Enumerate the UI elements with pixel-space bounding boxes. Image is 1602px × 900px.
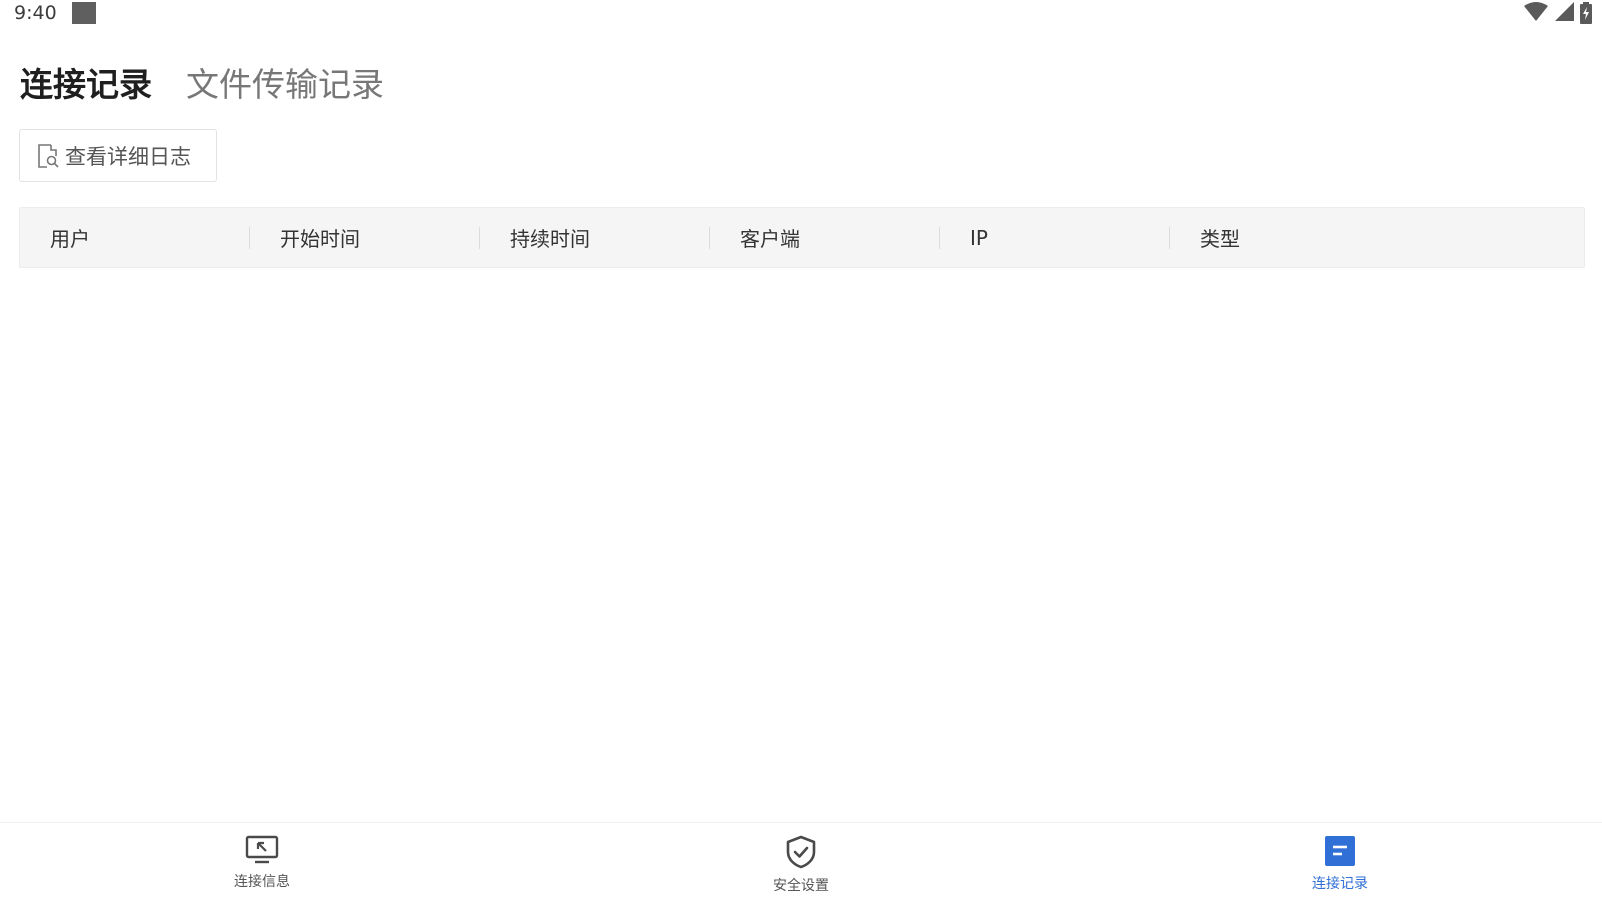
nav-security-settings[interactable]: 安全设置: [741, 835, 861, 895]
signal-icon: [1555, 2, 1574, 21]
nav-connection-records[interactable]: 连接记录: [1280, 835, 1400, 893]
record-doc-icon: [1325, 836, 1355, 866]
monitor-cursor-icon: [245, 835, 279, 864]
column-label: 持续时间: [510, 227, 590, 251]
column-label: 用户: [50, 227, 90, 251]
wifi-icon: [1524, 2, 1548, 21]
column-header-client: 客户端: [710, 208, 940, 267]
nav-label: 安全设置: [773, 878, 829, 894]
tab-connection-records[interactable]: 连接记录: [20, 58, 152, 106]
column-header-type: 类型: [1170, 208, 1584, 267]
view-detailed-log-label: 查看详细日志: [65, 144, 191, 169]
column-label: 类型: [1200, 227, 1240, 251]
screen: 9:40 连接记录 文件传输记录 查看详细日志 用户 开始时间 持续时间 客户端…: [0, 0, 1602, 900]
column-header-user: 用户: [20, 208, 250, 267]
shield-check-icon: [786, 835, 816, 869]
status-time: 9:40: [14, 2, 57, 24]
records-table-header: 用户 开始时间 持续时间 客户端 IP 类型: [19, 207, 1585, 268]
nav-label: 连接记录: [1312, 876, 1368, 892]
column-label: 开始时间: [280, 227, 360, 251]
notification-icon: [72, 2, 96, 24]
status-bar: 9:40: [0, 0, 1602, 28]
nav-label: 连接信息: [234, 874, 290, 890]
column-label: IP: [970, 225, 988, 250]
status-icons: [1524, 2, 1592, 24]
column-header-duration: 持续时间: [480, 208, 710, 267]
view-detailed-log-button[interactable]: 查看详细日志: [19, 129, 217, 182]
column-label: 客户端: [740, 227, 800, 251]
column-header-start-time: 开始时间: [250, 208, 480, 267]
bottom-nav: 连接信息 安全设置 连接记录: [0, 822, 1602, 900]
battery-icon: [1580, 2, 1592, 24]
tab-file-transfer-records[interactable]: 文件传输记录: [186, 58, 384, 106]
column-header-ip: IP: [940, 208, 1170, 267]
log-search-icon: [38, 143, 59, 168]
nav-connection-info[interactable]: 连接信息: [202, 835, 322, 891]
record-tabs: 连接记录 文件传输记录: [20, 58, 384, 106]
